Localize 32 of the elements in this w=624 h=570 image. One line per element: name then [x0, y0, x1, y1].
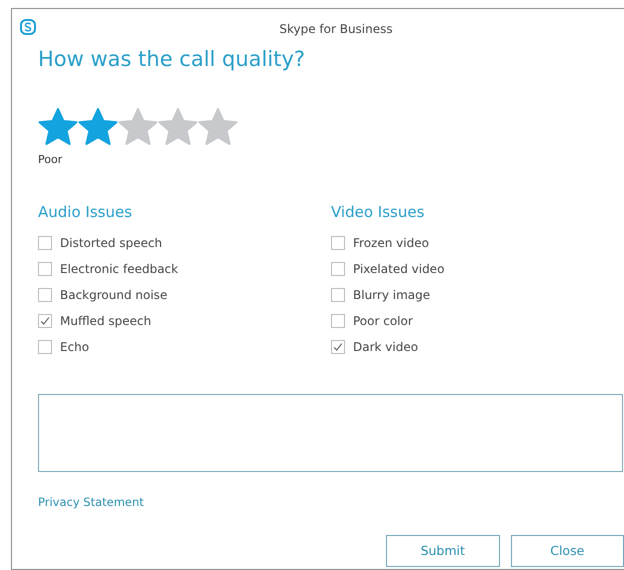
- checkbox-label: Distorted speech: [60, 234, 162, 252]
- rating-label: Poor: [38, 152, 62, 168]
- close-button[interactable]: Close: [510, 534, 624, 567]
- comment-field[interactable]: [38, 394, 623, 472]
- checkbox-label: Poor color: [353, 312, 413, 330]
- section-heading: Audio Issues: [38, 202, 132, 224]
- dialog-heading: How was the call quality?: [38, 47, 306, 72]
- checkbox[interactable]: [38, 314, 52, 328]
- checkbox[interactable]: [331, 340, 345, 354]
- window-title: Skype for Business: [279, 21, 393, 38]
- filled-star-icon[interactable]: [78, 108, 118, 146]
- checkbox[interactable]: [38, 262, 52, 276]
- checkbox-label: Frozen video: [353, 234, 429, 252]
- privacy-link[interactable]: Privacy Statement: [38, 494, 144, 511]
- checkbox[interactable]: [38, 340, 52, 354]
- checkbox-label: Echo: [60, 338, 90, 356]
- checkbox-label: Electronic feedback: [60, 260, 178, 278]
- submit-button[interactable]: Submit: [386, 534, 500, 567]
- checkbox[interactable]: [38, 288, 52, 302]
- checkbox-label: Blurry image: [353, 286, 430, 304]
- checkbox-label: Background noise: [60, 286, 168, 304]
- checkbox[interactable]: [38, 236, 52, 250]
- checkbox[interactable]: [331, 236, 345, 250]
- checkbox[interactable]: [331, 262, 345, 276]
- filled-star-icon[interactable]: [38, 108, 78, 146]
- checkbox[interactable]: [331, 288, 345, 302]
- section-heading: Video Issues: [331, 202, 424, 224]
- checkbox-label: Pixelated video: [353, 260, 444, 278]
- logo-icon: [20, 19, 36, 35]
- checkbox-label: Dark video: [353, 338, 418, 356]
- checkbox[interactable]: [331, 314, 345, 328]
- checkbox-label: Muffled speech: [60, 312, 152, 330]
